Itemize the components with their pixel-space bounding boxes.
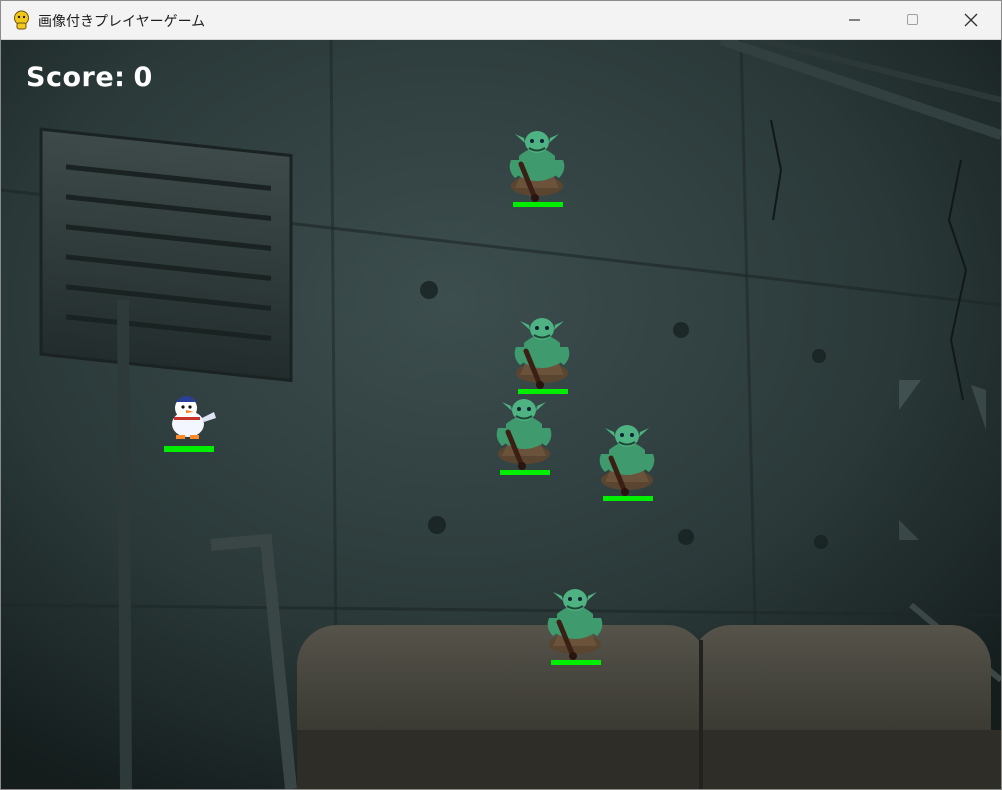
minimize-button[interactable]: [826, 1, 884, 39]
enemy-health-bar: [603, 496, 653, 501]
minimize-icon: [849, 19, 860, 21]
score-label: Score:: [26, 62, 126, 93]
enemy-health-bar: [500, 470, 550, 475]
game-canvas[interactable]: Score: 0: [1, 40, 1001, 789]
python-game-icon: [14, 10, 29, 30]
snowman-player: [172, 396, 216, 439]
close-icon: [964, 13, 978, 27]
maximize-button[interactable]: [884, 1, 942, 39]
close-button[interactable]: [942, 1, 1000, 39]
green-goblin-enemy: [547, 589, 603, 660]
player-health-bar: [164, 446, 214, 452]
score-display: Score: 0: [26, 62, 153, 93]
title-bar[interactable]: 画像付きプレイヤーゲーム: [1, 1, 1001, 40]
enemy-health-bar: [551, 660, 601, 665]
score-value: 0: [133, 62, 153, 93]
green-goblin-enemy: [514, 318, 570, 389]
green-goblin-enemy: [496, 399, 552, 470]
green-goblin-enemy: [599, 425, 655, 496]
enemy-health-bar: [513, 202, 563, 207]
game-window: 画像付きプレイヤーゲーム Score: 0: [0, 0, 1002, 790]
maximize-icon: [907, 14, 918, 25]
green-goblin-enemy: [509, 131, 565, 202]
window-title: 画像付きプレイヤーゲーム: [38, 14, 206, 30]
